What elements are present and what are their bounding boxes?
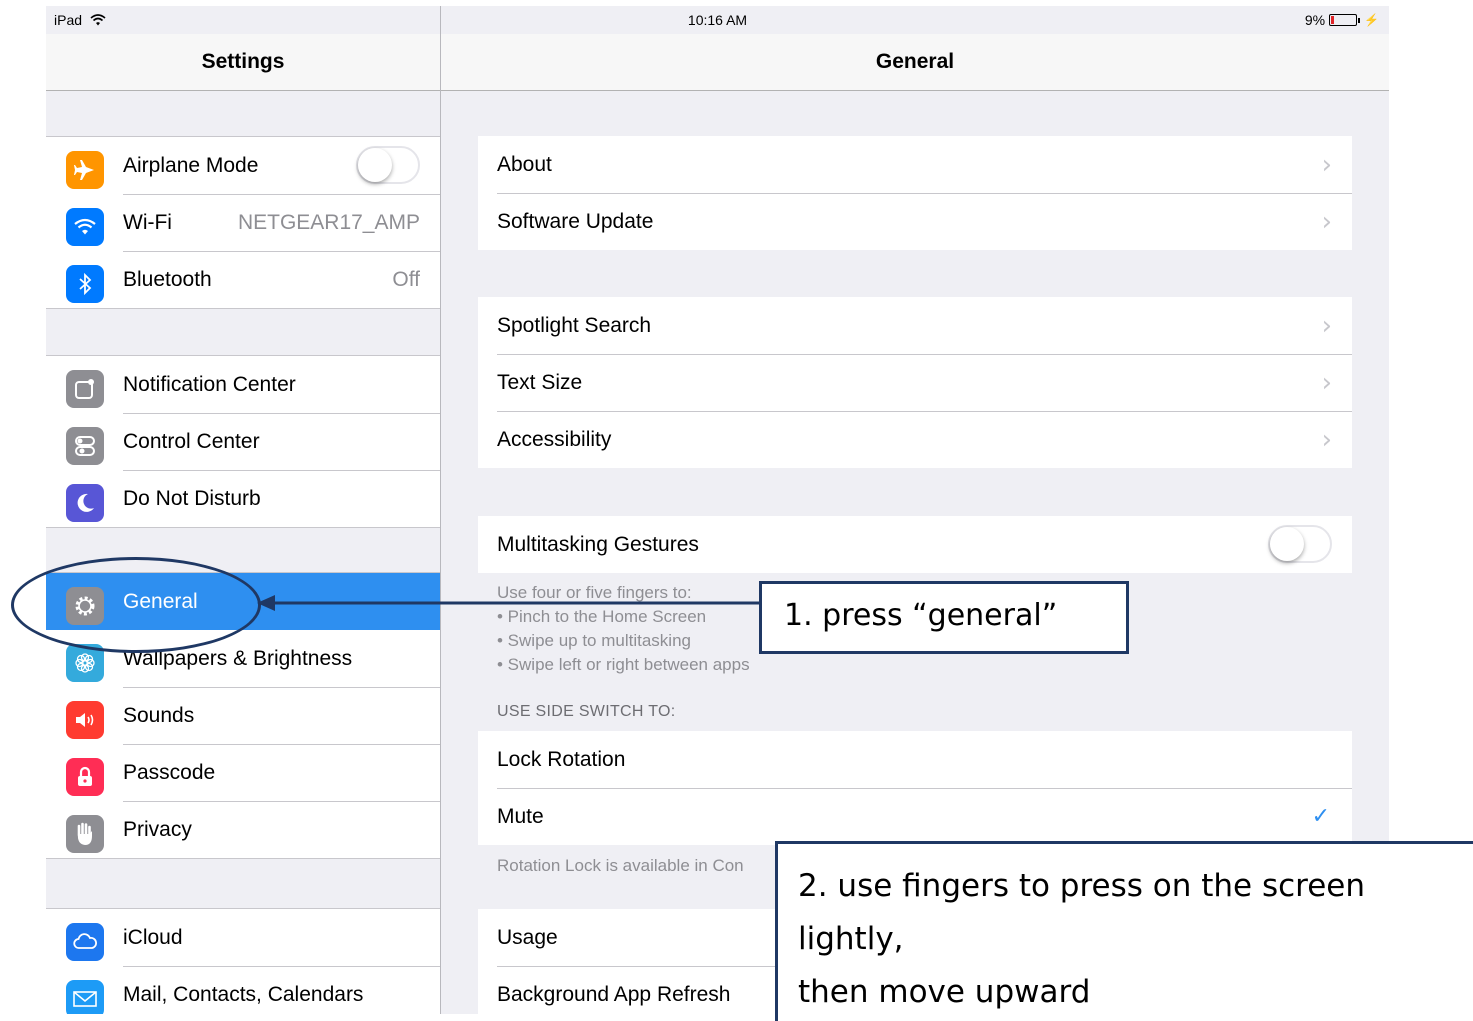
highlight-ellipse — [11, 557, 261, 653]
about-row[interactable]: About › — [478, 136, 1352, 193]
sidebar-item-notification-center[interactable]: Notification Center — [46, 356, 440, 413]
sidebar-item-mail-contacts-calendars[interactable]: Mail, Contacts, Calendars — [46, 966, 440, 1014]
footer-line: • Swipe left or right between apps — [497, 655, 750, 674]
sidebar-group-connectivity: Airplane Mode Wi-Fi NETGEAR17_AMP Blueto… — [46, 136, 440, 309]
software-update-label: Software Update — [497, 209, 654, 233]
airplane-icon — [66, 151, 104, 189]
mute-label: Mute — [497, 804, 544, 828]
speaker-icon — [66, 701, 104, 739]
lock-rotation-label: Lock Rotation — [497, 747, 626, 771]
sidebar-item-label: Notification Center — [123, 372, 296, 396]
accessibility-row[interactable]: Accessibility › — [478, 411, 1352, 468]
bluetooth-value: Off — [392, 267, 420, 291]
sidebar-item-label: iCloud — [123, 925, 183, 949]
mail-icon — [66, 980, 104, 1014]
sidebar-item-passcode[interactable]: Passcode — [46, 744, 440, 801]
sidebar-group-notifications: Notification Center Control Center Do No… — [46, 355, 440, 528]
sidebar-item-privacy[interactable]: Privacy — [46, 801, 440, 858]
side-switch-footer: Rotation Lock is available in Con — [497, 856, 744, 875]
sidebar-item-label: Control Center — [123, 429, 260, 453]
sidebar-item-label: Airplane Mode — [123, 153, 259, 177]
sidebar-item-label: Sounds — [123, 703, 195, 727]
status-battery: 9% ⚡ — [1305, 12, 1379, 28]
bluetooth-icon — [66, 265, 104, 303]
lock-icon — [66, 758, 104, 796]
battery-icon — [1329, 14, 1358, 26]
lock-rotation-row[interactable]: Lock Rotation — [478, 731, 1352, 788]
annotation-step-2-line-1: 2. use fingers to press on the screen li… — [798, 868, 1366, 957]
control-center-icon — [66, 427, 104, 465]
annotation-step-2: 2. use fingers to press on the screen li… — [775, 841, 1473, 1021]
cloud-icon — [66, 923, 104, 961]
multitasking-gestures-row: Multitasking Gestures — [478, 516, 1352, 573]
sidebar-item-control-center[interactable]: Control Center — [46, 413, 440, 470]
general-group-info: About › Software Update › — [478, 136, 1352, 250]
sidebar-item-icloud[interactable]: iCloud — [46, 909, 440, 966]
general-group-side-switch: Lock Rotation Mute ✓ — [478, 731, 1352, 845]
sidebar-item-label: Passcode — [123, 760, 216, 784]
sidebar-item-wifi[interactable]: Wi-Fi NETGEAR17_AMP — [46, 194, 440, 251]
chevron-right-icon: › — [1321, 310, 1332, 341]
usage-label: Usage — [497, 925, 558, 949]
annotation-step-1: 1. press “general” — [759, 581, 1129, 654]
side-switch-header: USE SIDE SWITCH TO: — [497, 703, 676, 720]
sidebar-item-label: Privacy — [123, 817, 192, 841]
spotlight-search-row[interactable]: Spotlight Search › — [478, 297, 1352, 354]
sidebar-item-label: Wi-Fi — [123, 210, 172, 234]
accessibility-label: Accessibility — [497, 427, 612, 451]
chevron-right-icon: › — [1321, 206, 1332, 237]
general-group-display: Spotlight Search › Text Size › Accessibi… — [478, 297, 1352, 468]
battery-percent: 9% — [1304, 12, 1326, 28]
general-navbar: General — [441, 34, 1389, 91]
notification-icon — [66, 370, 104, 408]
background-app-refresh-label: Background App Refresh — [497, 982, 731, 1006]
multitasking-gestures-toggle[interactable] — [1268, 525, 1332, 563]
chevron-right-icon: › — [1321, 149, 1332, 180]
charging-icon: ⚡ — [1364, 13, 1379, 27]
sidebar-item-sounds[interactable]: Sounds — [46, 687, 440, 744]
sidebar-item-label: Mail, Contacts, Calendars — [123, 982, 364, 1006]
status-time: 10:16 AM — [687, 12, 748, 28]
sidebar-item-do-not-disturb[interactable]: Do Not Disturb — [46, 470, 440, 527]
wifi-icon — [66, 208, 104, 246]
sidebar-item-label: Do Not Disturb — [123, 486, 261, 510]
chevron-right-icon: › — [1321, 424, 1332, 455]
settings-title: Settings — [201, 50, 285, 73]
sidebar-item-bluetooth[interactable]: Bluetooth Off — [46, 251, 440, 308]
about-label: About — [497, 152, 552, 176]
footer-line: • Swipe up to multitasking — [497, 631, 691, 650]
checkmark-icon: ✓ — [1311, 804, 1330, 829]
moon-icon — [66, 484, 104, 522]
settings-navbar: Settings — [46, 34, 440, 91]
general-group-multitasking: Multitasking Gestures — [478, 516, 1352, 573]
sidebar-item-label: Bluetooth — [123, 267, 212, 291]
software-update-row[interactable]: Software Update › — [478, 193, 1352, 250]
battery-nub — [1358, 17, 1361, 23]
airplane-mode-toggle[interactable] — [356, 146, 420, 184]
text-size-row[interactable]: Text Size › — [478, 354, 1352, 411]
sidebar-group-accounts: iCloud Mail, Contacts, Calendars — [46, 908, 440, 1014]
multitasking-gestures-label: Multitasking Gestures — [497, 532, 699, 556]
general-title: General — [875, 50, 955, 73]
chevron-right-icon: › — [1321, 367, 1332, 398]
arrow-icon — [257, 595, 761, 611]
sidebar-item-airplane-mode[interactable]: Airplane Mode — [46, 137, 440, 194]
text-size-label: Text Size — [497, 370, 583, 394]
annotation-step-2-line-2: then move upward — [798, 974, 1091, 1010]
split-divider — [440, 6, 441, 1014]
mute-row[interactable]: Mute ✓ — [478, 788, 1352, 845]
wifi-network-value: NETGEAR17_AMP — [237, 210, 420, 234]
spotlight-search-label: Spotlight Search — [497, 313, 652, 337]
hand-icon — [66, 815, 104, 853]
